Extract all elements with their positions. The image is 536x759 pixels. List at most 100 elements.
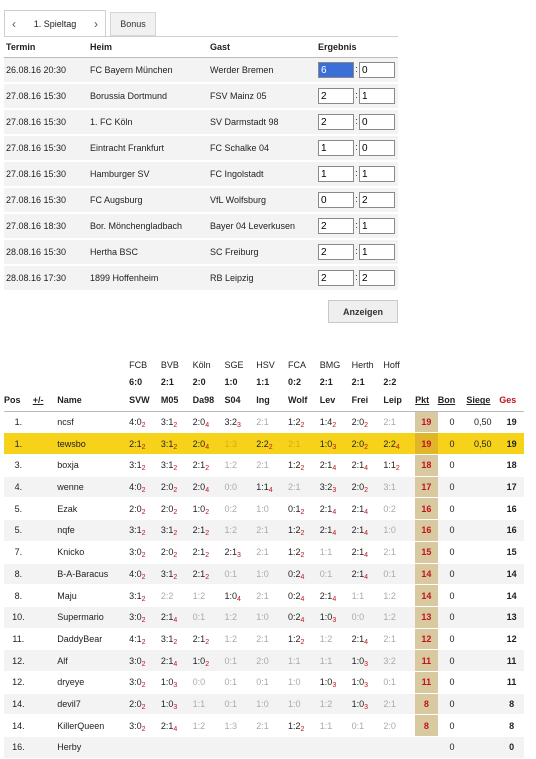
- home-score-input[interactable]: [318, 62, 354, 78]
- game-header: FCA: [288, 359, 307, 370]
- tip-value: 2:0: [351, 438, 365, 449]
- game-result: 1:1: [256, 376, 270, 387]
- tip-value: 3:0: [129, 677, 142, 688]
- home-score-input[interactable]: [318, 88, 354, 104]
- tip-cell: 2:1: [288, 476, 320, 499]
- tip-points: 2: [395, 465, 400, 473]
- tip-value: 4:0: [129, 417, 142, 428]
- tip-value: 0:2: [224, 503, 237, 514]
- guest-score-input[interactable]: [359, 88, 395, 104]
- col-ges[interactable]: Ges: [499, 390, 524, 412]
- tip-cell: 0:1: [383, 671, 416, 694]
- home-score-input[interactable]: [318, 192, 354, 208]
- table-row: 12. Alf 3:02 2:14 1:02 0:1 2:0 1:1 1:1 1:03 3:2 11 0…: [4, 649, 524, 672]
- guest-score-input[interactable]: [359, 270, 395, 286]
- tip-value: 2:0: [129, 503, 142, 514]
- spacer-cell: [415, 373, 438, 390]
- tip-value: 2:1: [351, 525, 365, 536]
- tip-cell: 3:12: [129, 519, 161, 542]
- tip-value: 3:2: [224, 417, 237, 428]
- tip-points: 4: [364, 552, 368, 560]
- tip-value: 2:1: [256, 547, 269, 558]
- tip-value: 1:2: [288, 417, 301, 428]
- tip-points: 4: [173, 660, 178, 668]
- row-pkt: 18: [415, 454, 438, 477]
- chevron-left-icon[interactable]: ‹: [5, 17, 23, 31]
- tip-cell: 2:02: [160, 497, 193, 521]
- tip-points: 2: [173, 573, 178, 581]
- tip-cell: 3:12: [160, 519, 193, 542]
- fixture-guest: FC Ingolstadt: [208, 161, 316, 188]
- guest-score-input[interactable]: [359, 140, 395, 156]
- tip-value: 2:1: [383, 698, 396, 709]
- col-pkt[interactable]: Pkt: [415, 390, 438, 412]
- guest-score-input[interactable]: [359, 244, 395, 260]
- home-score-input[interactable]: [318, 270, 354, 286]
- table-row: 14. KillerQueen 3:02 2:14 1:2 1:3 2:1 1:22 1:1 0:…: [4, 714, 524, 737]
- fixture-guest: SV Darmstadt 98: [208, 109, 316, 136]
- tab-bonus[interactable]: Bonus: [110, 12, 156, 36]
- results-header-row: 6:0 2:1 2:0 1:0 1:1 0:2 2:1 2:1 2:2: [4, 373, 524, 390]
- show-button[interactable]: Anzeigen: [328, 300, 398, 323]
- matchday-label[interactable]: 1. Spieltag: [23, 19, 87, 29]
- col-plus-minus[interactable]: +/-: [32, 390, 56, 412]
- tip-cell: 2:1: [256, 519, 289, 542]
- tip-cell: 2:14: [351, 454, 384, 477]
- tip-value: 3:1: [160, 417, 174, 428]
- tip-value: 0:1: [192, 612, 206, 623]
- tip-value: 2:1: [383, 633, 396, 644]
- tip-value: 1:0: [256, 568, 269, 579]
- row-plus-minus: [32, 628, 56, 651]
- tip-value: 1:1: [319, 655, 333, 666]
- row-pkt: 15: [415, 541, 438, 564]
- home-score-input[interactable]: [318, 244, 354, 260]
- chevron-right-icon[interactable]: ›: [87, 17, 105, 31]
- tip-points: 4: [268, 487, 273, 495]
- tip-value: 0:1: [224, 568, 237, 579]
- table-row: 11. DaddyBear 4:12 3:12 2:12 1:2 2:1 1:22 1:2 2:1…: [4, 628, 524, 651]
- guest-score-input[interactable]: [359, 192, 395, 208]
- col-bon[interactable]: Bon: [437, 390, 467, 412]
- tip-value: 2:1: [160, 720, 174, 731]
- tip-cell: 1:2: [383, 606, 416, 629]
- tip-value: 1:0: [319, 677, 333, 688]
- guest-score-input[interactable]: [359, 114, 395, 130]
- table-row: 5. nqfe 3:12 3:12 2:12 1:2 2:1 1:22 2:14 2:14 1:0 1…: [4, 519, 524, 542]
- home-score-input[interactable]: [318, 166, 354, 182]
- guest-score-input[interactable]: [359, 166, 395, 182]
- row-ges: 16: [499, 519, 524, 542]
- tip-cell: 2:1: [383, 628, 416, 651]
- tip-cell: [129, 736, 161, 759]
- tip-value: 1:1: [383, 460, 396, 471]
- row-pos: 12.: [4, 671, 33, 694]
- tip-value: 1:2: [192, 590, 206, 601]
- tip-value: 2:1: [383, 547, 396, 558]
- spacer-cell: [499, 356, 524, 373]
- tip-points: 2: [141, 508, 146, 516]
- tip-cell: 2:12: [192, 563, 225, 586]
- col-game: Lev: [319, 390, 352, 412]
- tip-value: 1:0: [224, 590, 237, 601]
- guest-score-input[interactable]: [359, 218, 395, 234]
- tip-cell: 3:1: [383, 476, 416, 499]
- tip-points: 4: [332, 530, 337, 538]
- row-name: Herby: [55, 736, 130, 759]
- col-siege[interactable]: Siege: [466, 390, 500, 412]
- home-score-input[interactable]: [318, 218, 354, 234]
- row-name: ncsf: [55, 411, 130, 434]
- row-siege: [466, 649, 500, 672]
- home-score-input[interactable]: [318, 114, 354, 130]
- row-name: B-A-Baracus: [55, 563, 130, 586]
- col-name[interactable]: Name: [55, 390, 130, 412]
- tip-value: 2:1: [256, 525, 269, 536]
- tip-cell: 0:1: [319, 563, 352, 586]
- home-score-input[interactable]: [318, 140, 354, 156]
- tip-cell: 1:1: [319, 541, 352, 564]
- spacer-cell: [415, 356, 438, 373]
- fixture-home: 1899 Hoffenheim: [88, 265, 208, 292]
- tip-cell: 0:24: [288, 584, 320, 607]
- col-pos[interactable]: Pos: [4, 390, 33, 412]
- guest-score-input[interactable]: [359, 62, 395, 78]
- row-bon: 0: [437, 541, 467, 564]
- tip-points: 4: [395, 443, 400, 451]
